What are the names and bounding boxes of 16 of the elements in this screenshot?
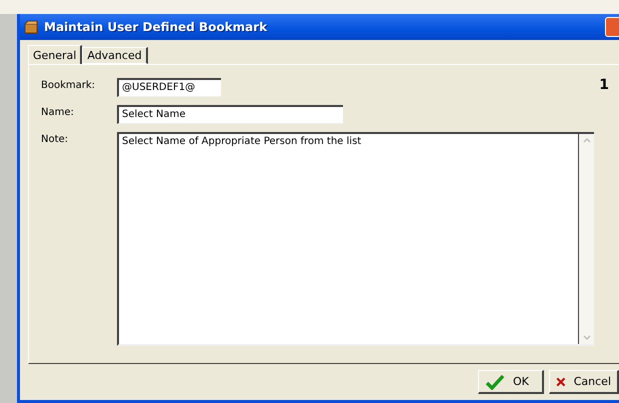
note-field[interactable]: Select Name of Appropriate Person from the list (117, 132, 594, 346)
checkmark-icon (485, 374, 505, 390)
page-number: 1 (599, 77, 609, 93)
tab[interactable]: General (28, 45, 82, 64)
note-text: Select Name of Appropriate Person from the list (121, 135, 362, 149)
input-field[interactable]: @USERDEF1@ (117, 78, 221, 97)
field-label: Bookmark: (41, 79, 96, 93)
tab[interactable]: Advanced (82, 47, 148, 64)
field-label: Name: (41, 106, 75, 120)
window-title: Maintain User Defined Bookmark (44, 20, 268, 34)
field-label: Note: (41, 133, 70, 147)
ok-button[interactable]: OK (478, 370, 544, 394)
close-button[interactable] (605, 17, 619, 37)
input-field[interactable]: Select Name (117, 105, 343, 124)
box-icon (24, 20, 38, 34)
cancel-button[interactable]: Cancel (549, 370, 619, 394)
